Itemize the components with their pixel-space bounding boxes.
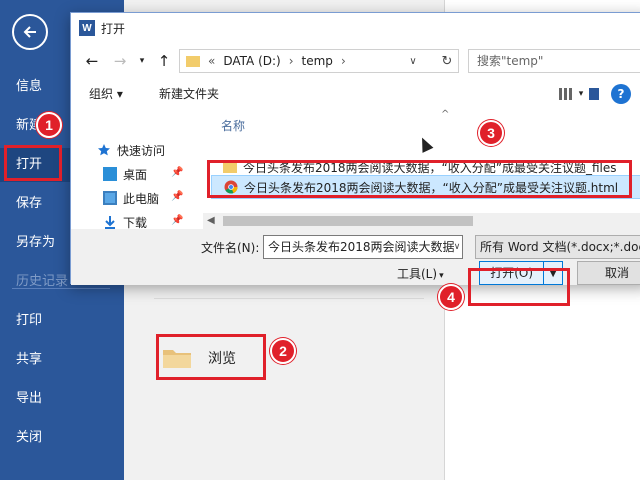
nav-item-label: 快速访问 [117,143,166,158]
nav-item-label: 下载 [123,215,148,230]
filename-label: 文件名(N): [201,241,260,255]
dialog-title: 打开 [101,21,126,36]
sidebar-item-export[interactable]: 导出 [0,382,124,416]
recent-locations-button[interactable]: ▾ [131,51,153,71]
scroll-left-icon[interactable]: ◀ [207,215,215,226]
horizontal-scrollbar[interactable]: ◀ [203,213,640,229]
chevron-down-icon: ∨ [453,242,461,252]
sort-caret-icon: ^ [441,109,450,120]
breadcrumb-separator-icon: › [288,54,294,68]
step-badge-3: 3 [478,120,504,146]
open-file-dialog: W 打开 ← → ▾ ↑ « DATA (D:) › temp › ∨ ↻ 搜索… [70,12,640,285]
address-overflow[interactable]: « [208,54,215,68]
pin-icon: 📌 [171,167,184,178]
help-icon[interactable]: ? [611,84,631,104]
change-view-button[interactable]: ▾ [559,84,599,104]
search-input[interactable]: 搜索"temp" [468,49,640,73]
back-nav-button[interactable]: ← [81,51,103,71]
organize-button[interactable]: 组织 ▾ [89,85,123,102]
sidebar-item-share[interactable]: 共享 [0,343,124,377]
file-type-select[interactable]: 所有 Word 文档(*.docx;*.docm [475,235,640,259]
scrollbar-thumb[interactable] [223,216,473,226]
step-badge-2: 2 [270,338,296,364]
arrow-right-icon: → [113,52,127,70]
highlight-html-file [207,160,632,198]
download-icon [105,216,115,229]
chevron-down-icon: ∨ [409,55,417,67]
nav-item-this-pc[interactable]: 此电脑 [103,187,159,209]
cancel-button[interactable]: 取消 [577,261,640,285]
desktop-icon [103,167,117,181]
filename-input[interactable]: 今日头条发布2018两会阅读大数据 [263,235,463,259]
watermark-text: 悟空问答 [540,452,596,468]
refresh-button[interactable]: ↻ [435,49,459,73]
view-details-icon [559,88,573,100]
nav-item-label: 此电脑 [123,191,160,206]
star-icon [98,144,110,156]
tools-label: 工具(L) [397,267,438,281]
chevron-down-icon: ▾ [439,271,444,281]
nav-item-label: 桌面 [123,167,148,182]
back-button[interactable] [12,14,48,50]
new-folder-button[interactable]: 新建文件夹 [159,85,219,102]
breadcrumb-temp[interactable]: temp [302,54,333,68]
dialog-navbar: ← → ▾ ↑ « DATA (D:) › temp › ∨ ↻ 搜索"temp… [71,43,640,79]
nav-item-quick-access[interactable]: 快速访问 [97,139,165,161]
dialog-titlebar[interactable]: W 打开 [71,13,640,43]
highlight-browse [156,334,266,380]
address-dropdown-button[interactable]: ∨ [403,49,423,73]
word-app-icon: W [79,20,95,36]
sidebar-item-print[interactable]: 打印 [0,304,124,338]
back-arrow-icon [23,26,36,38]
watermark: ◕ 悟空问答 [512,448,596,470]
tools-menu-button[interactable]: 工具(L) ▾ [397,265,444,282]
chevron-down-icon: ▾ [139,56,145,66]
chevron-down-icon: ▾ [578,89,584,99]
step-badge-4: 4 [438,284,464,310]
pin-icon: 📌 [171,191,184,202]
sidebar-divider [12,288,110,289]
arrow-left-icon: ← [85,52,99,70]
navigation-pane: 快速访问 桌面 📌 此电脑 📌 下载 📌 [71,109,203,230]
dialog-toolbar: 组织 ▾ 新建文件夹 ▾ ? [71,79,640,109]
highlight-open-menu [4,145,62,181]
places-divider [154,298,424,299]
arrow-up-icon: ↑ [157,52,171,70]
highlight-open-button [468,268,570,306]
folder-icon [186,55,200,67]
pin-icon: 📌 [171,215,184,226]
preview-pane-icon [589,88,599,100]
filename-dropdown[interactable]: ∨ [451,235,463,259]
forward-nav-button[interactable]: → [109,51,131,71]
breadcrumb-data-drive[interactable]: DATA (D:) [223,54,280,68]
refresh-icon: ↻ [441,53,453,69]
up-nav-button[interactable]: ↑ [153,51,175,71]
sidebar-item-close[interactable]: 关闭 [0,421,124,455]
breadcrumb-separator-icon: › [340,54,346,68]
column-header-name[interactable]: 名称 [221,117,245,134]
step-badge-1: 1 [36,112,62,138]
computer-icon [103,191,117,205]
nav-item-desktop[interactable]: 桌面 [103,163,147,185]
wukong-logo-icon: ◕ [512,448,534,470]
